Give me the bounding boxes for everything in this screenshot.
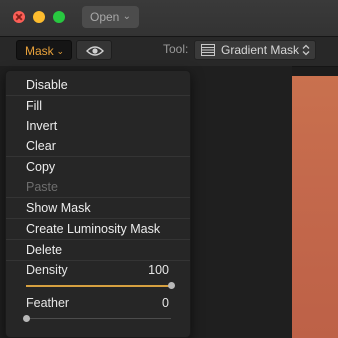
feather-value: 0	[162, 296, 169, 310]
up-down-chevron-icon	[302, 44, 310, 56]
gradient-mask-icon	[201, 44, 215, 56]
show-mask-toggle-button[interactable]	[76, 40, 112, 60]
feather-label: Feather	[26, 296, 70, 310]
maximize-window-button[interactable]	[53, 11, 65, 23]
menu-item-clear[interactable]: Clear	[6, 136, 190, 156]
toolbar: Mask ⌄ Tool: Gradient Mask	[0, 37, 338, 67]
density-slider[interactable]	[26, 282, 175, 289]
menu-item-create-luminosity-mask[interactable]: Create Luminosity Mask	[6, 219, 190, 239]
chevron-down-icon: ⌄	[122, 11, 131, 22]
title-bar: Open ⌄	[0, 0, 338, 37]
menu-divider	[6, 260, 190, 261]
tool-select-value: Gradient Mask	[221, 43, 300, 57]
app-window: Open ⌄ Mask ⌄ Tool: Gradient Mask Disabl…	[0, 0, 338, 338]
mask-dropdown-menu: Disable Fill Invert Clear Copy Paste Sho…	[5, 70, 191, 338]
menu-item-show-mask[interactable]: Show Mask	[6, 198, 190, 218]
density-slider-thumb[interactable]	[168, 282, 175, 289]
image-preview[interactable]	[292, 76, 338, 338]
menu-item-invert[interactable]: Invert	[6, 116, 190, 136]
menu-item-paste: Paste	[26, 180, 58, 194]
close-window-button[interactable]	[13, 11, 25, 23]
density-value: 100	[148, 263, 169, 277]
feather-slider[interactable]	[23, 315, 171, 322]
open-button-label: Open	[90, 10, 120, 24]
menu-item-delete[interactable]: Delete	[6, 240, 190, 260]
open-button[interactable]: Open ⌄	[82, 6, 139, 28]
tool-select[interactable]: Gradient Mask	[194, 40, 316, 60]
mask-button-label: Mask	[25, 44, 54, 58]
eye-icon	[86, 46, 104, 56]
tool-label: Tool:	[163, 42, 189, 56]
mask-menu-button[interactable]: Mask ⌄	[16, 40, 72, 60]
feather-slider-thumb[interactable]	[23, 315, 30, 322]
menu-item-copy[interactable]: Copy	[6, 157, 190, 177]
minimize-window-button[interactable]	[33, 11, 45, 23]
density-label: Density	[26, 263, 68, 277]
menu-item-fill[interactable]: Fill	[6, 96, 190, 116]
chevron-down-icon: ⌄	[56, 46, 64, 56]
menu-item-disable[interactable]: Disable	[6, 75, 190, 95]
density-slider-fill	[26, 284, 171, 287]
